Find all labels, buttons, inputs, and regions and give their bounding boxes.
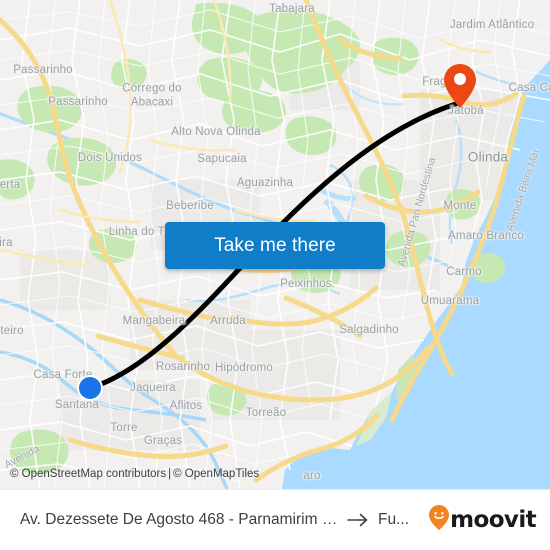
trip-destination-label: Fu...	[378, 511, 410, 528]
destination-pin[interactable]	[444, 64, 476, 108]
take-me-there-button[interactable]: Take me there	[165, 222, 385, 269]
trip-origin-label: Av. Dezessete De Agosto 468 - Parnamirim…	[20, 511, 338, 528]
moovit-logo[interactable]: moovit	[429, 505, 537, 535]
arrow-right-icon	[347, 513, 369, 527]
trip-summary: Av. Dezessete De Agosto 468 - Parnamirim…	[20, 511, 417, 529]
moovit-wordmark: moovit	[450, 506, 536, 533]
map-canvas[interactable]: Tabajara Jardim Atlântico Passarinho Fragos…	[0, 0, 550, 489]
moovit-pin-icon	[429, 505, 450, 535]
trip-footer: Av. Dezessete De Agosto 468 - Parnamirim…	[0, 489, 550, 550]
moovit-trip-screen: Tabajara Jardim Atlântico Passarinho Fragos…	[0, 0, 550, 550]
map-pin-icon	[444, 64, 476, 108]
origin-marker[interactable]	[77, 375, 103, 401]
